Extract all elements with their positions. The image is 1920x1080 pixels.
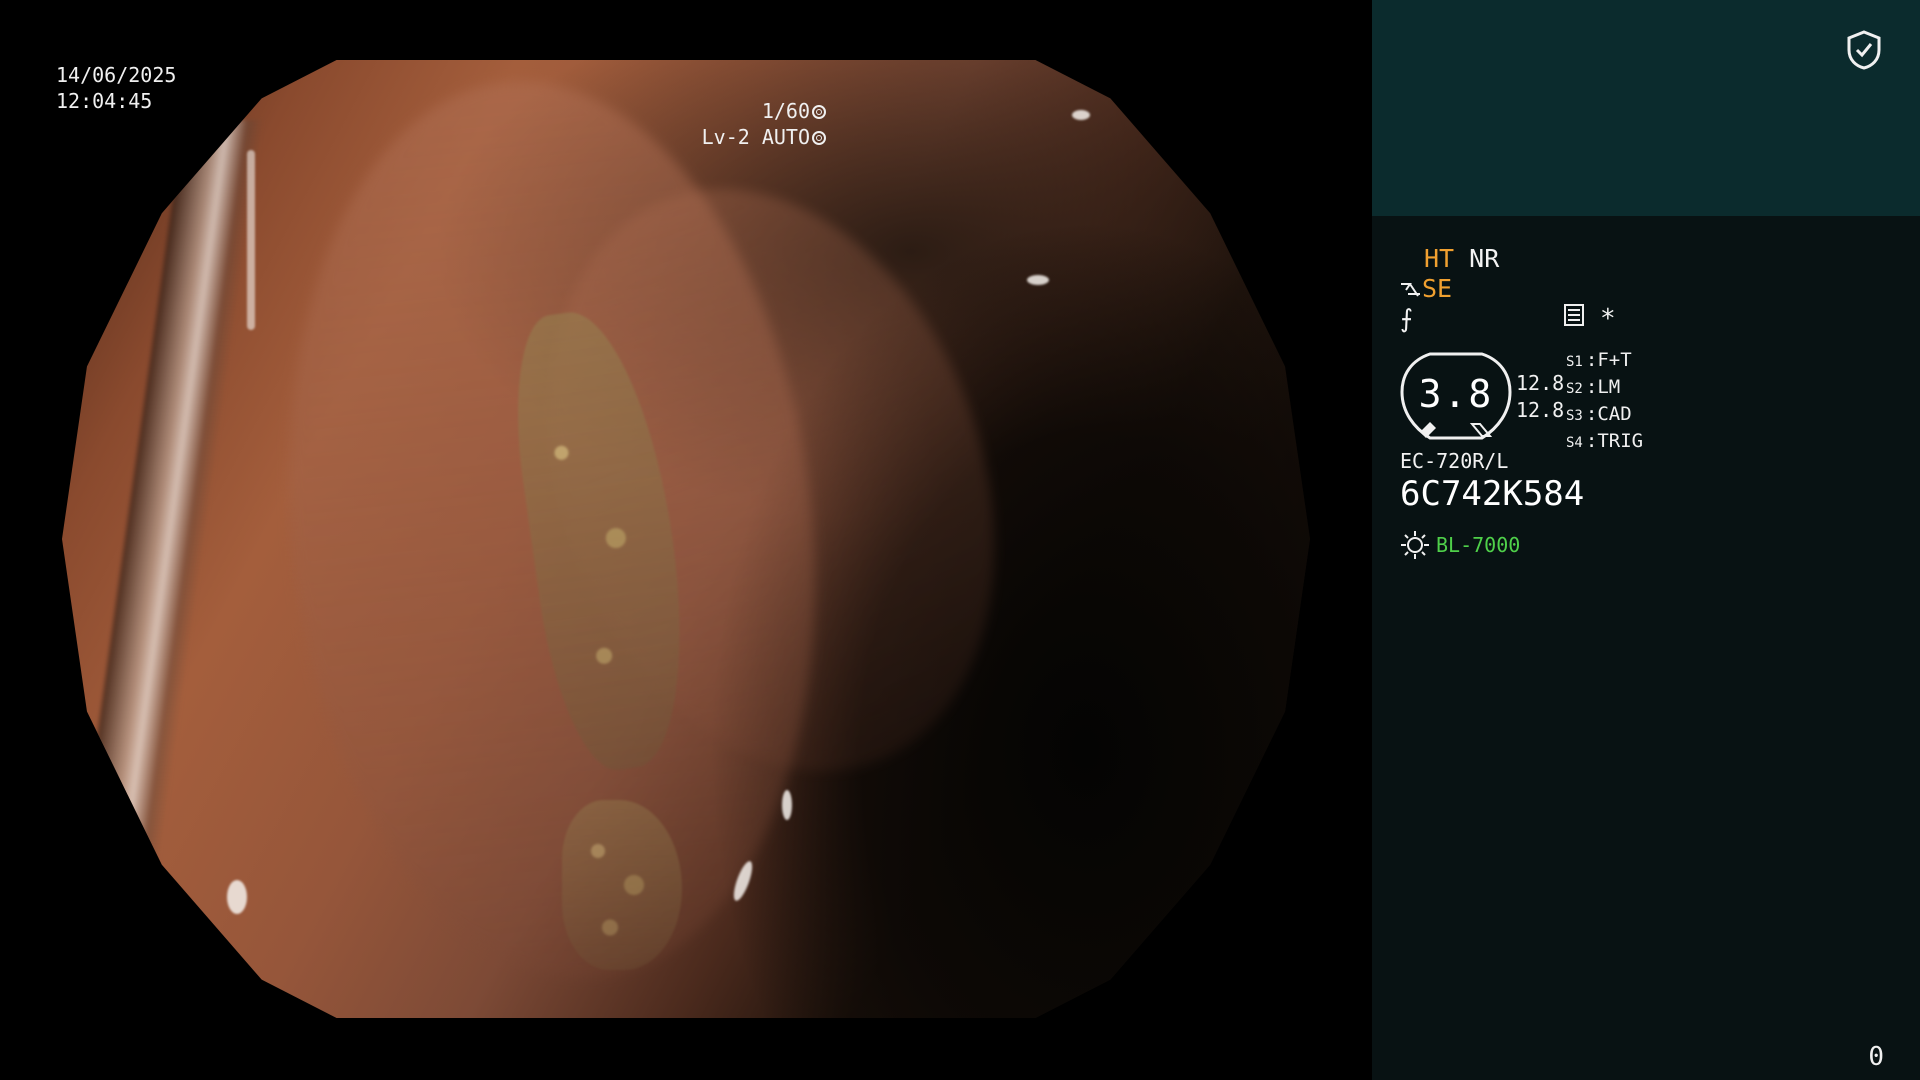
scope-serial: 6C742K584 [1400, 474, 1585, 514]
f-row: ⨍ [1400, 304, 1413, 333]
specular-highlight [227, 880, 247, 914]
endoscopy-screen: 14/06/2025 12:04:45 1/60 Lv-2 AUTO HT NR S… [0, 0, 1920, 1080]
f-icon: ⨍ [1400, 304, 1414, 333]
shield-check-icon [1847, 30, 1881, 70]
asterisk-indicator: * [1600, 304, 1616, 334]
endoscopic-image [62, 60, 1310, 1018]
panel-header [1372, 0, 1920, 216]
scope-switch-list: S1:F+T S2:LM S3:CAD S4:TRIG [1566, 348, 1643, 456]
switch-row: S2:LM [1566, 376, 1621, 398]
specular-highlight [1072, 110, 1090, 120]
zoom-value: 3.8 [1418, 372, 1494, 416]
time: 12:04:45 [56, 89, 153, 113]
dial-readout-1: 12.8 [1516, 371, 1565, 395]
exposure-info: 1/60 Lv-2 AUTO [702, 98, 826, 150]
dial-readout-2: 12.8 [1516, 398, 1565, 422]
date-time: 14/06/2025 12:04:45 [56, 62, 176, 114]
exposure-mode: Lv-2 AUTO [701, 125, 810, 149]
aperture-icon [812, 105, 826, 119]
light-source-row: BL-7000 [1400, 530, 1520, 560]
enhancement-row: HT NR [1424, 244, 1499, 273]
iris-icon [812, 131, 826, 145]
scope-model: EC-720R/L [1400, 449, 1509, 473]
nr-label: NR [1469, 244, 1500, 273]
video-area: 14/06/2025 12:04:45 1/60 Lv-2 AUTO [0, 0, 1372, 1080]
switch-row: S3:CAD [1566, 403, 1632, 425]
frame-counter: 0 [1868, 1042, 1884, 1072]
switch-row: S4:TRIG [1566, 430, 1644, 452]
shutter-speed: 1/60 [761, 99, 810, 123]
cap-reflection [62, 120, 264, 1000]
list-settings-icon [1564, 304, 1584, 326]
dial-readouts: 12.8 12.8 [1516, 370, 1564, 424]
specular-highlight [247, 150, 255, 330]
scope-tip-icon [1401, 283, 1420, 297]
date: 14/06/2025 [56, 63, 177, 87]
specular-highlight [782, 790, 792, 820]
se-label: SE [1422, 274, 1453, 303]
ht-label: HT [1424, 244, 1455, 273]
light-source-label: BL-7000 [1436, 533, 1521, 557]
specular-highlight [1027, 275, 1049, 285]
se-row: SE [1400, 274, 1452, 303]
bubble-cluster [562, 800, 682, 970]
info-panel: HT NR SE ⨍ * 3.8 12.8 12.8 S1:F+T S2:L… [1372, 0, 1920, 1080]
light-source-icon [1401, 531, 1429, 559]
switch-row: S1:F+T [1566, 349, 1632, 371]
